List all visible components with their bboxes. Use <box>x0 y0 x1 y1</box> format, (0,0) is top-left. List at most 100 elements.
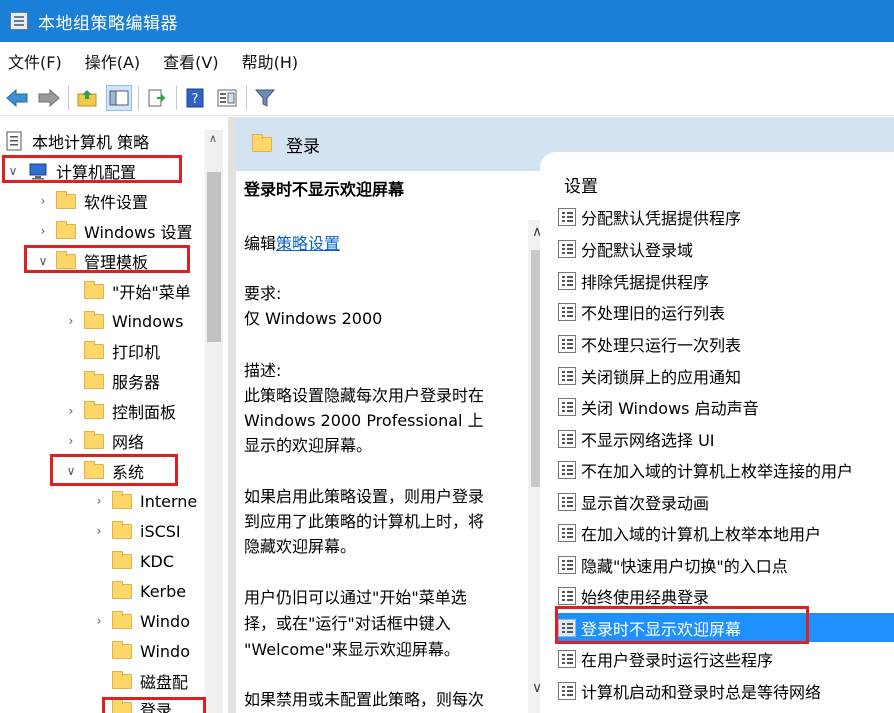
list-item[interactable]: 不处理只运行一次列表 <box>558 329 894 358</box>
policy-setting-icon <box>558 555 576 574</box>
policy-title: 登录时不显示欢迎屏幕 <box>244 180 405 199</box>
filter-icon[interactable] <box>252 85 278 111</box>
highlight-box <box>24 245 190 273</box>
menu-help[interactable]: 帮助(H) <box>242 49 299 73</box>
policy-setting-icon <box>558 302 576 321</box>
tree-item-start-menu[interactable]: "开始"菜单 <box>64 277 191 305</box>
list-item[interactable]: 排除凭据提供程序 <box>558 266 894 295</box>
properties-icon[interactable] <box>214 85 240 111</box>
list-item[interactable]: 在加入域的计算机上枚举本地用户 <box>558 518 894 547</box>
policy-setting-icon <box>558 586 576 605</box>
list-item[interactable]: 计算机启动和登录时总是等待网络 <box>558 676 894 705</box>
menu-file[interactable]: 文件(F) <box>8 49 62 73</box>
list-item[interactable]: 分配默认凭据提供程序 <box>558 202 894 231</box>
description-text: 显示的欢迎屏幕。 <box>244 436 373 455</box>
chevron-right-icon[interactable]: › <box>92 614 106 628</box>
tree-label: Windows 设置 <box>84 223 193 242</box>
folder-icon <box>56 220 76 239</box>
folder-icon <box>56 190 76 209</box>
tree-label: 控制面板 <box>112 403 177 422</box>
scroll-up-icon[interactable]: ∧ <box>209 132 217 145</box>
toolbar: ? <box>0 80 894 116</box>
policy-setting-icon <box>558 207 576 226</box>
list-item[interactable]: 在用户登录时运行这些程序 <box>558 644 894 673</box>
title-bar[interactable]: 本地组策略编辑器 <box>0 0 894 42</box>
tree-item-local-policy[interactable]: 本地计算机 策略 <box>4 127 149 155</box>
tree-label: Windo <box>140 641 190 661</box>
tree-item-windows-components[interactable]: › Windows <box>64 307 183 335</box>
chevron-right-icon[interactable]: › <box>64 434 78 448</box>
description-text: 到应用了此策略的计算机上时，将 <box>244 512 485 531</box>
list-item[interactable]: 关闭锁屏上的应用通知 <box>558 361 894 390</box>
forward-arrow-icon[interactable] <box>36 85 62 111</box>
chevron-right-icon[interactable]: › <box>64 404 78 418</box>
folder-icon <box>112 610 132 629</box>
description-text: 用户仍旧可以通过"开始"菜单选 <box>244 588 467 607</box>
folder-icon <box>84 370 104 389</box>
edit-policy-link[interactable]: 策略设置 <box>276 234 340 253</box>
tree-item-iscsi[interactable]: › iSCSI <box>92 517 181 545</box>
tree-label: "开始"菜单 <box>112 283 191 302</box>
list-item[interactable]: 不在加入域的计算机上枚举连接的用户 <box>558 455 894 484</box>
chevron-right-icon[interactable]: › <box>92 494 106 508</box>
settings-column-header[interactable]: 设置 <box>564 172 598 197</box>
policy-setting-icon <box>558 429 576 448</box>
tree-item-kerberos[interactable]: Kerbe <box>92 577 186 605</box>
folder-icon <box>112 490 132 509</box>
tree-item-windows-settings[interactable]: › Windows 设置 <box>36 217 193 245</box>
folder-icon <box>84 340 104 359</box>
chevron-right-icon[interactable]: › <box>36 194 50 208</box>
folder-icon <box>84 430 104 449</box>
highlight-box <box>555 606 809 644</box>
tree-item-software-settings[interactable]: › 软件设置 <box>36 187 148 215</box>
show-hide-tree-icon[interactable] <box>106 84 132 111</box>
menu-bar: 文件(F) 操作(A) 查看(V) 帮助(H) <box>0 42 894 80</box>
tree-label: Windows <box>112 311 184 331</box>
policy-document-icon <box>6 131 22 151</box>
tree-item-network[interactable]: › 网络 <box>64 427 144 455</box>
tree-item-server[interactable]: 服务器 <box>64 367 160 395</box>
list-item[interactable]: 不显示网络选择 UI <box>558 424 894 453</box>
tree-label: Windo <box>140 611 190 631</box>
policy-setting-icon <box>558 460 576 479</box>
tree-label: iSCSI <box>140 521 181 541</box>
up-folder-icon[interactable] <box>74 85 100 111</box>
chevron-right-icon[interactable]: › <box>64 314 78 328</box>
toolbar-separator <box>246 85 247 110</box>
tree-item-printers[interactable]: 打印机 <box>64 337 160 365</box>
export-list-icon[interactable] <box>144 85 170 111</box>
tree-pane: 本地计算机 策略 ∨ 计算机配置 › 软件设置 › Windows 设置 ∨ 管… <box>0 117 228 713</box>
scroll-thumb[interactable] <box>207 172 221 342</box>
toolbar-separator <box>138 85 139 110</box>
chevron-right-icon[interactable]: › <box>36 224 50 238</box>
description-text: "Welcome"来显示欢迎屏幕。 <box>244 640 460 659</box>
list-item[interactable]: 分配默认登录域 <box>558 234 894 263</box>
tree-label: Kerbe <box>140 581 187 601</box>
list-item[interactable]: 关闭 Windows 启动声音 <box>558 392 894 421</box>
tree-label: 软件设置 <box>84 193 149 212</box>
back-arrow-icon[interactable] <box>4 85 30 111</box>
chevron-right-icon[interactable]: › <box>92 524 106 538</box>
policy-setting-icon <box>558 523 576 542</box>
description-text: 如果启用此策略设置，则用户登录 <box>244 487 485 506</box>
list-item[interactable]: 显示首次登录动画 <box>558 487 894 516</box>
menu-view[interactable]: 查看(V) <box>163 49 218 73</box>
pane-divider[interactable] <box>228 117 236 713</box>
tree-item-windows-a[interactable]: › Windo <box>92 607 190 635</box>
list-item[interactable]: 隐藏"快速用户切换"的入口点 <box>558 550 894 579</box>
tree-item-disk[interactable]: 磁盘配 <box>92 667 188 695</box>
requirements-label: 要求: <box>244 284 282 303</box>
policy-setting-icon <box>558 366 576 385</box>
description-pane: 登录时不显示欢迎屏幕 编辑策略设置 要求: 仅 Windows 2000 描述:… <box>236 171 526 713</box>
tree-item-control-panel[interactable]: › 控制面板 <box>64 397 176 425</box>
policy-setting-icon <box>558 397 576 416</box>
help-icon[interactable]: ? <box>182 85 208 111</box>
tree-item-windows-b[interactable]: Windo <box>92 637 190 665</box>
tree-item-kdc[interactable]: KDC <box>92 547 174 575</box>
list-item[interactable]: 不处理旧的运行列表 <box>558 297 894 326</box>
description-text: 择，或在"运行"对话框中键入 <box>244 614 451 633</box>
tree-label: 本地计算机 策略 <box>32 133 150 152</box>
tree-scrollbar[interactable]: ∧ <box>205 130 223 713</box>
tree-item-internet[interactable]: › Interne <box>92 487 197 515</box>
menu-action[interactable]: 操作(A) <box>85 49 140 73</box>
